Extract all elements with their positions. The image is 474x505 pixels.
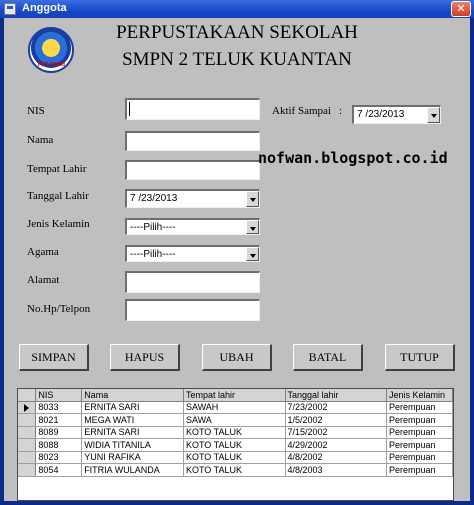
nohp-label: No.Hp/Telpon <box>27 303 91 315</box>
cell-jenis-kelamin[interactable]: Perempuan <box>386 401 453 414</box>
close-button[interactable]: ✕ <box>451 1 471 17</box>
row-selector[interactable] <box>18 401 37 414</box>
cell-tempat-lahir[interactable]: SAWA <box>183 413 286 427</box>
agama-label: Agama <box>27 246 59 258</box>
text-cursor <box>129 102 130 116</box>
anggota-table: NIS Nama Tempat lahir Tanggal lahir Jeni… <box>18 389 453 477</box>
anggota-datagrid[interactable]: NIS Nama Tempat lahir Tanggal lahir Jeni… <box>17 388 454 501</box>
cell-jenis-kelamin[interactable]: Perempuan <box>386 413 453 427</box>
jenis-kelamin-select[interactable]: ----Pilih---- <box>125 218 260 235</box>
cell-tempat-lahir[interactable]: SAWAH <box>183 401 286 414</box>
cell-nis[interactable]: 8089 <box>35 426 83 439</box>
aktif-sampai-picker[interactable]: 7 /23/2013 <box>352 105 441 124</box>
tanggal-lahir-value: 7 /23/2013 <box>130 193 178 204</box>
cell-jenis-kelamin[interactable]: Perempuan <box>386 463 453 477</box>
cell-nis[interactable]: 8088 <box>35 438 83 452</box>
cell-tanggal-lahir[interactable]: 1/5/2002 <box>285 413 388 427</box>
tanggal-lahir-label: Tanggal Lahir <box>27 190 89 202</box>
column-header-tanggal-lahir[interactable]: Tanggal lahir <box>285 389 388 402</box>
jenis-kelamin-value: ----Pilih---- <box>130 222 176 233</box>
cell-tempat-lahir[interactable]: KOTO TALUK <box>183 438 286 452</box>
jenis-kelamin-label: Jenis Kelamin <box>27 218 90 230</box>
table-row[interactable]: 8033 ERNITA SARI SAWAH 7/23/2002 Perempu… <box>18 401 453 414</box>
aktif-sampai-label: Aktif Sampai <box>272 105 331 117</box>
tanggal-lahir-picker[interactable]: 7 /23/2013 <box>125 189 260 208</box>
table-row[interactable]: 8089 ERNITA SARI KOTO TALUK 7/15/2002 Pe… <box>18 426 453 439</box>
row-selector[interactable] <box>18 463 37 477</box>
nama-input[interactable] <box>125 131 260 151</box>
window-title: Anggota <box>22 2 67 14</box>
chevron-down-icon[interactable] <box>246 247 259 261</box>
nohp-input[interactable] <box>125 299 260 321</box>
cell-nama[interactable]: FITRIA WULANDA <box>81 463 184 477</box>
cell-jenis-kelamin[interactable]: Perempuan <box>386 438 453 452</box>
grid-header-row: NIS Nama Tempat lahir Tanggal lahir Jeni… <box>18 389 453 402</box>
batal-button[interactable]: BATAL <box>293 344 363 371</box>
form-client-area: TUT WURI PERPUSTAKAAN SEKOLAH SMPN 2 TEL… <box>4 18 470 501</box>
row-selector[interactable] <box>18 426 37 439</box>
cell-nama[interactable]: ERNITA SARI <box>81 401 184 414</box>
agama-value: ----Pilih---- <box>130 249 176 260</box>
blog-watermark: nofwan.blogspot.co.id <box>258 149 448 167</box>
column-header-nis[interactable]: NIS <box>35 389 83 402</box>
nama-label: Nama <box>27 134 54 146</box>
cell-tanggal-lahir[interactable]: 4/8/2003 <box>285 463 388 477</box>
cell-nama[interactable]: YUNI RAFIKA <box>81 451 184 464</box>
cell-tanggal-lahir[interactable]: 7/15/2002 <box>285 426 388 439</box>
cell-nama[interactable]: WIDIA TITANILA <box>81 438 184 452</box>
table-row[interactable]: 8023 YUNI RAFIKA KOTO TALUK 4/8/2002 Per… <box>18 451 453 464</box>
column-header-jenis-kelamin[interactable]: Jenis Kelamin <box>386 389 453 402</box>
table-row[interactable]: 8021 MEGA WATI SAWA 1/5/2002 Perempuan <box>18 413 453 427</box>
school-title: SMPN 2 TELUK KUANTAN <box>122 49 352 70</box>
chevron-down-icon[interactable] <box>246 191 259 207</box>
tutup-button[interactable]: TUTUP <box>385 344 455 371</box>
aktif-sampai-colon: : <box>339 105 343 117</box>
cell-jenis-kelamin[interactable]: Perempuan <box>386 426 453 439</box>
aktif-sampai-value: 7 /23/2013 <box>357 109 405 120</box>
table-row[interactable]: 8054 FITRIA WULANDA KOTO TALUK 4/8/2003 … <box>18 463 453 477</box>
cell-tempat-lahir[interactable]: KOTO TALUK <box>183 463 286 477</box>
nis-label: NIS <box>27 105 45 117</box>
table-row[interactable]: 8088 WIDIA TITANILA KOTO TALUK 4/29/2002… <box>18 438 453 452</box>
column-header-tempat-lahir[interactable]: Tempat lahir <box>183 389 286 402</box>
row-selector-header[interactable] <box>18 389 37 402</box>
agama-select[interactable]: ----Pilih---- <box>125 245 260 262</box>
library-title: PERPUSTAKAAN SEKOLAH <box>116 22 358 43</box>
row-selector[interactable] <box>18 413 37 427</box>
cell-tanggal-lahir[interactable]: 7/23/2002 <box>285 401 388 414</box>
title-bar[interactable]: Anggota ✕ <box>0 0 474 18</box>
row-selector[interactable] <box>18 451 37 464</box>
cell-nis[interactable]: 8033 <box>35 401 83 414</box>
cell-tanggal-lahir[interactable]: 4/8/2002 <box>285 451 388 464</box>
ubah-button[interactable]: UBAH <box>202 344 272 371</box>
alamat-label: Alamat <box>27 274 60 286</box>
alamat-input[interactable] <box>125 271 260 293</box>
row-selector[interactable] <box>18 438 37 452</box>
cell-nis[interactable]: 8023 <box>35 451 83 464</box>
cell-tempat-lahir[interactable]: KOTO TALUK <box>183 426 286 439</box>
cell-tanggal-lahir[interactable]: 4/29/2002 <box>285 438 388 452</box>
tempat-lahir-input[interactable] <box>125 160 260 180</box>
chevron-down-icon[interactable] <box>427 107 440 123</box>
cell-nama[interactable]: MEGA WATI <box>81 413 184 427</box>
anggota-window: Anggota ✕ TUT WURI PERPUSTAKAAN SEKOLAH … <box>0 0 474 505</box>
cell-tempat-lahir[interactable]: KOTO TALUK <box>183 451 286 464</box>
column-header-nama[interactable]: Nama <box>81 389 184 402</box>
school-emblem-icon: TUT WURI <box>28 27 74 73</box>
cell-nis[interactable]: 8021 <box>35 413 83 427</box>
current-row-pointer-icon <box>24 403 29 412</box>
simpan-button[interactable]: SIMPAN <box>19 344 89 371</box>
tempat-lahir-label: Tempat Lahir <box>27 163 87 175</box>
chevron-down-icon[interactable] <box>246 220 259 234</box>
cell-jenis-kelamin[interactable]: Perempuan <box>386 451 453 464</box>
form-icon <box>4 3 16 15</box>
cell-nama[interactable]: ERNITA SARI <box>81 426 184 439</box>
cell-nis[interactable]: 8054 <box>35 463 83 477</box>
hapus-button[interactable]: HAPUS <box>110 344 180 371</box>
nis-input[interactable] <box>125 98 260 120</box>
